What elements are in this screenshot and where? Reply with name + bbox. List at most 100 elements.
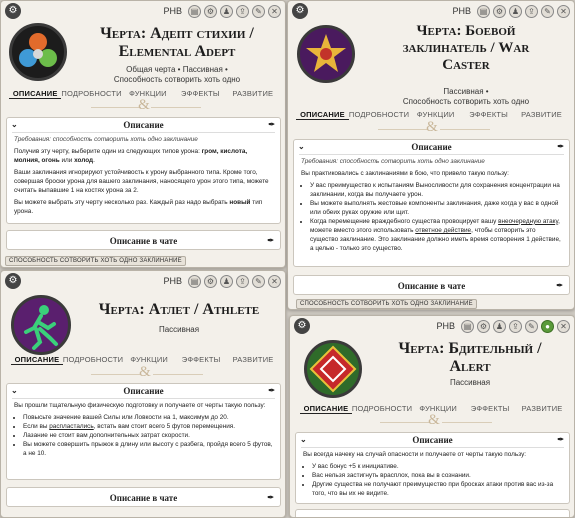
sheet-menu-icon[interactable]: ⚙ <box>294 318 310 334</box>
opportunity-attack-link[interactable]: внеочередную атаку <box>498 218 558 225</box>
close-icon[interactable]: ✕ <box>268 274 281 288</box>
intro-text: Вы прошли тщательную физическую подготов… <box>14 402 266 409</box>
share-icon[interactable]: ⇪ <box>236 274 249 288</box>
edit-pen-icon[interactable]: ✒ <box>268 118 275 132</box>
token-icon[interactable]: ♟ <box>220 4 233 18</box>
tab-description[interactable]: ОПИСАНИЕ <box>296 110 349 120</box>
settings-icon[interactable]: ⚙ <box>477 319 490 333</box>
tab-advancement[interactable]: РАЗВИТИЕ <box>227 89 279 99</box>
share-icon[interactable]: ⇪ <box>525 4 538 18</box>
tab-advancement[interactable]: РАЗВИТИЕ <box>515 110 568 120</box>
feat-prereq: Способность сотворить хоть одно <box>402 97 530 107</box>
edit-pen-icon[interactable]: ✒ <box>267 231 274 251</box>
tab-effects[interactable]: ЭФФЕКТЫ <box>174 89 226 99</box>
section-title: Описание <box>123 386 164 396</box>
share-icon[interactable]: ⇪ <box>509 319 522 333</box>
chat-description-button[interactable]: Описание в чате ✒ <box>293 275 570 295</box>
sheet-menu-icon[interactable]: ⚙ <box>5 3 21 19</box>
feat-prereq: Способность сотворить хоть одно <box>113 75 241 85</box>
paragraph: Ваши заклинания игнорируют устойчивость … <box>14 168 269 194</box>
sheet-menu-icon[interactable]: ⚙ <box>5 273 21 289</box>
collapse-chevron-icon[interactable]: ⌄ <box>11 384 18 398</box>
section-title: Описание <box>123 120 164 130</box>
collapse-chevron-icon[interactable]: ⌄ <box>300 433 307 447</box>
tab-details[interactable]: ПОДРОБНОСТИ <box>63 355 123 365</box>
close-icon[interactable]: ✕ <box>268 4 281 18</box>
collapse-chevron-icon[interactable]: ⌄ <box>298 140 305 154</box>
settings-icon[interactable]: ⚙ <box>204 4 217 18</box>
tab-description[interactable]: ОПИСАНИЕ <box>11 355 63 365</box>
prone-link[interactable]: распластались <box>49 423 93 430</box>
collapse-chevron-icon[interactable]: ⌄ <box>11 118 18 132</box>
sheet-icon[interactable]: ▤ <box>461 319 474 333</box>
feat-title-en: Elemental Adept <box>118 42 236 60</box>
divider-ornament: & <box>428 412 440 428</box>
edit-pen-icon[interactable]: ✒ <box>557 433 564 447</box>
settings-icon[interactable]: ⚙ <box>204 274 217 288</box>
close-icon[interactable]: ✕ <box>557 319 570 333</box>
text: Когда перемещение враждебного существа п… <box>310 217 497 225</box>
prerequisite-tag[interactable]: СПОСОБНОСТЬ СОТВОРИТЬ ХОТЬ ОДНО ЗАКЛИНАН… <box>296 299 477 309</box>
feat-sheet-elemental-adept: ⚙ PHB ▤ ⚙ ♟ ⇪ ✎ ✕ Черта: Адепт стихии / Eleme… <box>0 0 286 268</box>
tab-details[interactable]: ПОДРОБНОСТИ <box>352 404 412 414</box>
feat-portrait[interactable] <box>9 23 67 81</box>
chat-description-button[interactable] <box>295 509 570 517</box>
tab-advancement[interactable]: РАЗВИТИЕ <box>227 355 279 365</box>
edit-pen-icon[interactable]: ✒ <box>557 140 564 154</box>
tab-details[interactable]: ПОДРОБНОСТИ <box>61 89 121 99</box>
chat-description-button[interactable]: Описание в чате ✒ <box>6 487 281 507</box>
settings-icon[interactable]: ⚙ <box>493 4 506 18</box>
close-icon[interactable]: ✕ <box>557 4 570 18</box>
wrench-icon[interactable]: ✎ <box>252 4 265 18</box>
sheet-menu-icon[interactable]: ⚙ <box>292 3 308 19</box>
tab-details[interactable]: ПОДРОБНОСТИ <box>349 110 409 120</box>
description-section: ⌄ Описание ✒ Требования: способность сотво… <box>6 117 281 224</box>
edit-pen-icon[interactable]: ✒ <box>556 276 563 296</box>
text: , встать вам стоит всего 5 футов перемещ… <box>93 422 236 430</box>
token-icon[interactable]: ♟ <box>493 319 506 333</box>
edit-pen-icon[interactable]: ✒ <box>267 488 274 508</box>
sheet-icon[interactable]: ▤ <box>477 4 490 18</box>
source-label: PHB <box>452 6 471 16</box>
source-label: PHB <box>163 276 182 286</box>
sheet-icon[interactable]: ▤ <box>188 274 201 288</box>
tab-advancement[interactable]: РАЗВИТИЕ <box>516 404 568 414</box>
text: Получив эту черту, выберите один из след… <box>14 147 202 155</box>
tab-effects[interactable]: ЭФФЕКТЫ <box>464 404 516 414</box>
list-item: У вас преимущество к испытаниям Вынослив… <box>310 182 562 200</box>
text-bold: холод <box>74 156 94 164</box>
tab-effects[interactable]: ЭФФЕКТЫ <box>175 355 227 365</box>
intro-text: Вы практиковались с заклинаниями в бою, … <box>301 169 509 177</box>
intro-text: Вы всегда начеку на случай опасности и п… <box>303 451 527 458</box>
wrench-icon[interactable]: ✎ <box>541 4 554 18</box>
wrench-icon[interactable]: ✎ <box>252 274 265 288</box>
feat-portrait[interactable] <box>11 295 71 355</box>
source-label: PHB <box>436 321 455 331</box>
list-item: Если вы распластались, встать вам стоит … <box>23 423 273 432</box>
list-item: Когда перемещение враждебного существа п… <box>310 218 562 254</box>
tab-description[interactable]: ОПИСАНИЕ <box>300 404 352 414</box>
tab-effects[interactable]: ЭФФЕКТЫ <box>462 110 515 120</box>
tab-description[interactable]: ОПИСАНИЕ <box>9 89 62 99</box>
sheet-toolbar: PHB ▤ ⚙ ♟ ⇪ ✎ ✕ <box>452 4 570 18</box>
sheet-toolbar: PHB ▤ ⚙ ♟ ⇪ ✎ ✕ <box>163 4 281 18</box>
feat-title-en: заклинатель / War <box>402 39 530 56</box>
token-icon[interactable]: ♟ <box>509 4 522 18</box>
token-icon[interactable]: ♟ <box>220 274 233 288</box>
feat-sheet-war-caster: ⚙ PHB ▤ ⚙ ♟ ⇪ ✎ ✕ Черта: Боевой заклинатель /… <box>287 0 575 310</box>
sheet-icon[interactable]: ▤ <box>188 4 201 18</box>
reaction-link[interactable]: ответное действие <box>415 227 471 234</box>
prerequisite-tag[interactable]: СПОСОБНОСТЬ СОТВОРИТЬ ХОТЬ ОДНО ЗАКЛИНАН… <box>5 256 186 266</box>
text-bold: новый <box>229 198 251 206</box>
chat-description-button[interactable]: Описание в чате ✒ <box>6 230 281 250</box>
feat-portrait[interactable] <box>304 340 362 398</box>
chat-label: Описание в чате <box>109 236 178 246</box>
text: или <box>59 156 75 164</box>
active-toggle-icon[interactable]: ● <box>541 319 554 333</box>
edit-pen-icon[interactable]: ✒ <box>268 384 275 398</box>
feat-portrait[interactable] <box>297 25 355 83</box>
description-section: ⌄ Описание ✒ Вы всегда начеку на случай оп… <box>295 432 570 504</box>
share-icon[interactable]: ⇪ <box>236 4 249 18</box>
wrench-icon[interactable]: ✎ <box>525 319 538 333</box>
feat-title: Черта: Боевой <box>416 23 516 39</box>
